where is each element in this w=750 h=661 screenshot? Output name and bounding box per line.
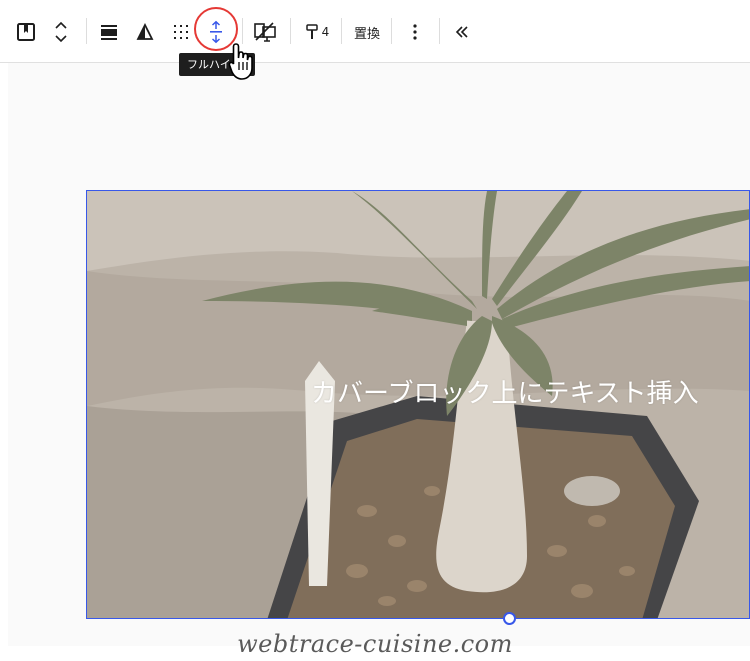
- align-button[interactable]: [96, 14, 122, 50]
- toolbar-divider: [290, 18, 291, 44]
- styles-icon: [305, 24, 318, 39]
- styles-count-badge: 4: [321, 25, 330, 39]
- duotone-icon: [254, 22, 276, 42]
- replace-button[interactable]: 置換: [350, 14, 384, 50]
- more-options-button[interactable]: [402, 14, 428, 50]
- duotone-button[interactable]: [251, 14, 279, 50]
- collapse-toolbar-icon: [455, 26, 468, 38]
- content-position-button[interactable]: [132, 14, 158, 50]
- block-type-button[interactable]: [12, 14, 40, 50]
- watermark-text: webtrace-cuisine.com: [237, 630, 513, 658]
- toolbar-divider: [86, 18, 87, 44]
- change-position-icon: [136, 23, 154, 40]
- move-up-down-button[interactable]: [48, 14, 74, 50]
- toolbar-divider: [391, 18, 392, 44]
- hand-pointer-cursor-icon: [228, 43, 253, 80]
- move-up-down-icon: [55, 21, 67, 43]
- align-full-icon: [101, 25, 117, 40]
- styles-button[interactable]: 4: [300, 14, 334, 50]
- toolbar-divider: [341, 18, 342, 44]
- cover-heading-text[interactable]: カバーブロック上にテキスト挿入: [311, 373, 721, 410]
- matrix-position-button[interactable]: [168, 14, 194, 50]
- replace-label: 置換: [353, 26, 380, 42]
- collapse-toolbar-button[interactable]: [449, 14, 475, 50]
- toolbar-divider: [439, 18, 440, 44]
- toolbar-divider: [242, 18, 243, 44]
- more-options-icon: [413, 24, 417, 40]
- block-type-icon: [17, 23, 35, 41]
- cover-block[interactable]: カバーブロック上にテキスト挿入: [86, 190, 750, 619]
- cover-resize-handle[interactable]: [503, 612, 516, 625]
- matrix-icon: [174, 25, 188, 39]
- block-toolbar: 4 置換: [0, 0, 750, 63]
